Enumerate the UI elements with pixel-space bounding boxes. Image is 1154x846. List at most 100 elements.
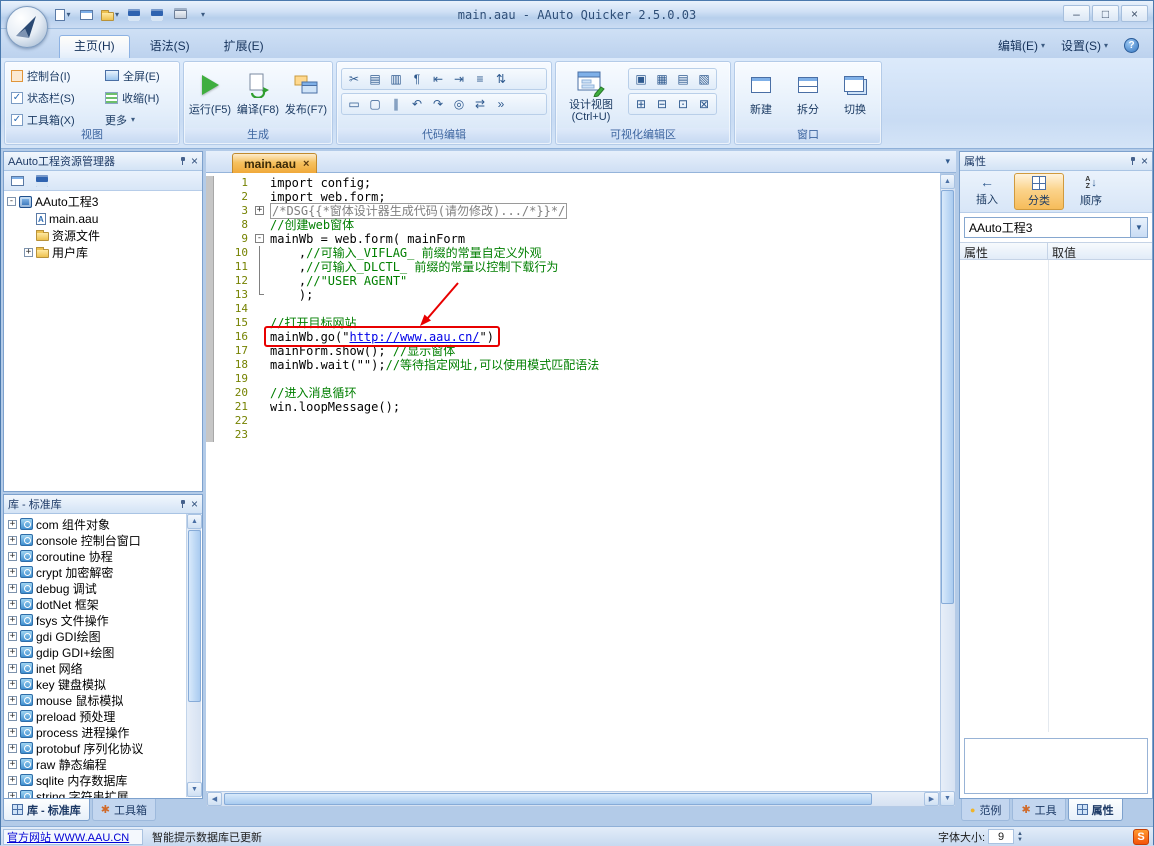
publish-button[interactable]: 发布(F7) [284,67,328,117]
library-item[interactable]: +process 进程操作 [4,724,202,740]
save-all-button[interactable] [147,5,167,24]
view-button-1[interactable]: 收缩(H) [105,89,160,106]
outdent-icon-button[interactable]: ⇤ [428,70,448,88]
library-item[interactable]: +debug 调试 [4,580,202,596]
official-site-link[interactable]: 官方网站 WWW.AAU.CN [3,829,143,845]
tree-item[interactable]: 资源文件 [4,227,202,244]
open-folder-button[interactable]: ▾ [99,5,121,24]
view-option-0[interactable]: 控制台(I) [11,67,75,84]
library-item[interactable]: +preload 预处理 [4,708,202,724]
library-item[interactable]: +raw 静态编程 [4,756,202,772]
app-logo-button[interactable] [6,6,48,48]
new-window-button[interactable]: 新建 [739,67,783,117]
close-icon[interactable]: × [191,499,198,509]
scrollbar-thumb[interactable] [941,190,954,604]
view-option-1[interactable]: ✓状态栏(S) [11,89,75,106]
dock-icon-button[interactable]: ⊟ [652,95,672,113]
library-item[interactable]: +gdip GDI+绘图 [4,644,202,660]
scroll-down-icon[interactable]: ▼ [940,791,955,806]
format-icon-button[interactable]: ¶ [407,70,427,88]
sort-button[interactable]: AZ↓顺序 [1066,173,1116,210]
rect-select-icon-button[interactable]: ▭ [344,95,364,113]
editor-vertical-scrollbar[interactable]: ▲ ▼ [940,173,956,807]
expand-icon[interactable]: + [8,664,17,673]
compile-button[interactable]: 编译(F8) [236,67,280,117]
library-item[interactable]: +dotNet 框架 [4,596,202,612]
view-button-2[interactable]: 更多▾ [105,111,160,128]
expand-icon[interactable]: + [8,600,17,609]
pin-icon[interactable] [179,500,187,509]
save-project-button[interactable] [32,171,52,190]
expand-icon[interactable]: + [8,712,17,721]
layer-icon-button[interactable]: ⊡ [673,95,693,113]
checkbox-icon[interactable]: ✓ [11,114,23,126]
fold-collapse-icon[interactable]: - [255,234,264,243]
categorized-button[interactable]: 分类 [1014,173,1064,210]
library-item[interactable]: +gdi GDI绘图 [4,628,202,644]
tab-library[interactable]: 库 - 标准库 [3,799,90,821]
library-scrollbar[interactable]: ▲ ▼ [186,514,201,797]
paste-icon-button[interactable]: ▥ [386,70,406,88]
editor-horizontal-scrollbar[interactable]: ◀ ▶ [206,791,940,807]
cut-icon-button[interactable]: ✂ [344,70,364,88]
library-item[interactable]: +inet 网络 [4,660,202,676]
tree-item[interactable]: main.aau [4,210,202,227]
library-item[interactable]: +crypt 加密解密 [4,564,202,580]
scrollbar-thumb[interactable] [224,793,872,805]
view-button-0[interactable]: 全屏(E) [105,67,160,84]
tab-tools[interactable]: 工具 [1012,799,1065,821]
library-item[interactable]: +protobuf 序列化协议 [4,740,202,756]
font-size-stepper[interactable]: ▲ ▼ [1017,831,1023,843]
expand-icon[interactable]: + [8,680,17,689]
library-item[interactable]: +fsys 文件操作 [4,612,202,628]
close-icon[interactable]: × [1141,156,1148,166]
tab-list-dropdown-icon[interactable]: ▾ [945,156,950,167]
frame-icon-button[interactable]: ▣ [631,70,651,88]
checkbox-icon[interactable]: ✓ [11,92,23,104]
scroll-down-icon[interactable]: ▼ [187,782,202,797]
library-item[interactable]: +string 字符串扩展 [4,788,202,798]
run-button[interactable]: 运行(F5) [188,67,232,117]
ribbon-tab[interactable]: 主页(H) [59,35,130,58]
scroll-up-icon[interactable]: ▲ [940,174,955,189]
customize-quick-access-icon[interactable]: ▾ [193,5,213,24]
more-icon-button[interactable]: » [491,95,511,113]
code-editor[interactable]: 1import config;2import web.form;3+/*DSG{… [206,173,940,791]
minimize-button[interactable]: – [1063,5,1090,22]
tree-root[interactable]: -AAuto工程3 [4,193,202,210]
redo-icon-button[interactable]: ↷ [428,95,448,113]
print-button[interactable] [170,5,190,24]
copy-icon-button[interactable]: ▤ [365,70,385,88]
font-size-value[interactable]: 9 [988,829,1014,844]
tab-examples[interactable]: 范例 [961,799,1010,821]
ribbon-tab[interactable]: 扩展(E) [210,35,278,58]
close-icon[interactable]: × [191,156,198,166]
expand-icon[interactable]: + [8,568,17,577]
view-option-2[interactable]: ✓工具箱(X) [11,111,75,128]
spin-down-icon[interactable]: ▼ [1017,837,1023,843]
expand-icon[interactable]: + [8,696,17,705]
checkbox-icon[interactable] [11,70,23,82]
tree-item[interactable]: +用户库 [4,244,202,261]
chevron-down-icon[interactable]: ▼ [1130,218,1147,237]
properties-grid[interactable] [960,260,1152,732]
library-item[interactable]: +coroutine 协程 [4,548,202,564]
design-view-button[interactable]: 设计视图 (Ctrl+U) [560,65,622,123]
pin-icon[interactable] [179,157,187,166]
menubar-item[interactable]: 编辑(E)▾ [998,37,1045,54]
code-area[interactable]: 1import config;2import web.form;3+/*DSG{… [206,173,940,791]
tab-properties[interactable]: 属性 [1068,799,1123,821]
anchor-icon-button[interactable]: ⊞ [631,95,651,113]
expand-icon[interactable]: + [8,520,17,529]
sort-icon-button[interactable]: ⇅ [491,70,511,88]
scroll-right-icon[interactable]: ▶ [924,792,939,806]
expand-icon[interactable]: + [24,248,33,257]
library-item[interactable]: +mouse 鼠标模拟 [4,692,202,708]
align-icon-button[interactable]: ≡ [470,70,490,88]
library-item[interactable]: +sqlite 内存数据库 [4,772,202,788]
fold-expand-icon[interactable]: + [255,206,264,215]
new-file-button[interactable]: ▾ [53,5,73,24]
maximize-button[interactable]: □ [1092,5,1119,22]
tabpage-icon-button[interactable]: ▤ [673,70,693,88]
expand-icon[interactable]: + [8,648,17,657]
